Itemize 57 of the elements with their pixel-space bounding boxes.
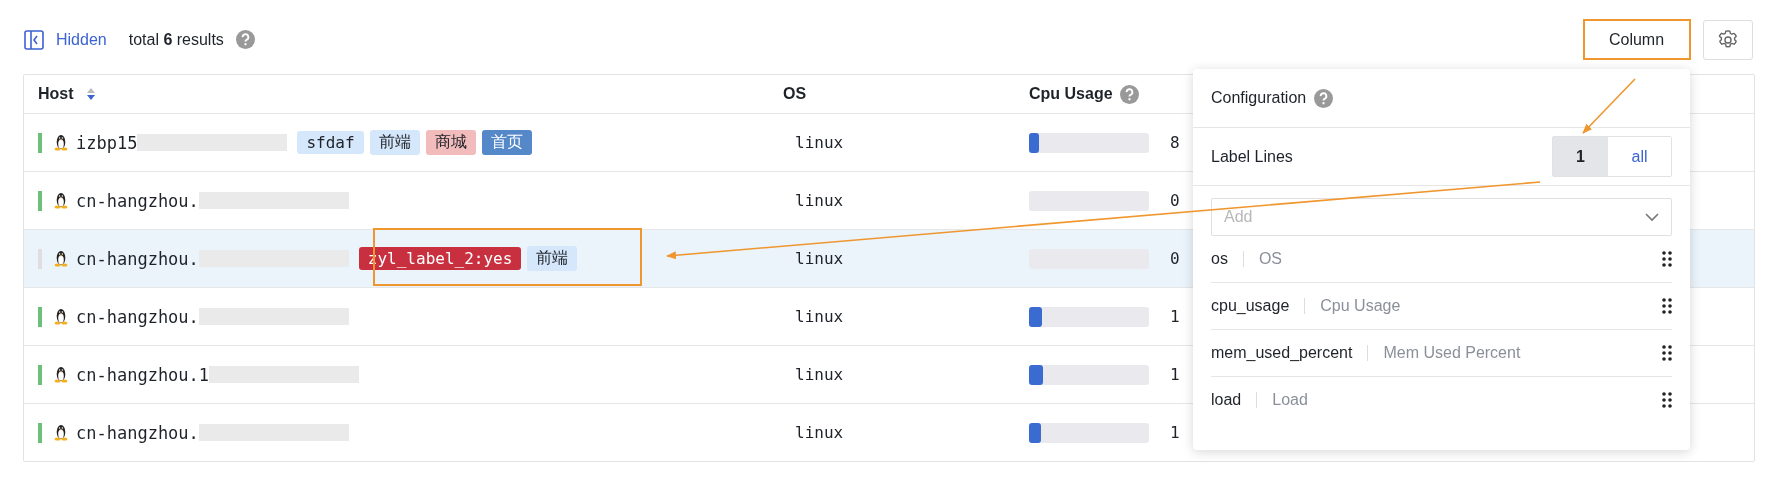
os-text: linux [794,133,844,152]
os-text: linux [794,423,844,442]
sort-icon[interactable] [85,87,96,101]
penguin-icon [54,134,68,151]
tag: 前端 [369,130,420,155]
cpu-usage-value: 1 [1170,307,1180,326]
help-icon[interactable] [1314,88,1334,108]
tag: sfdaf [297,131,364,154]
cpu-usage-value: 0 [1170,249,1180,268]
penguin-icon [54,424,68,441]
os-text: linux [794,307,844,326]
penguin-icon [54,250,68,267]
popover-title: Configuration [1211,89,1307,107]
label-lines-label: Label Lines [1211,147,1293,166]
os-text: linux [794,249,844,268]
cpu-usage-value: 1 [1170,365,1180,384]
host-name: cn-hangzhou. [76,248,199,269]
tag: 首页 [481,130,532,155]
cpu-usage-value: 8 [1170,133,1180,152]
column-label: OS [1258,250,1284,268]
penguin-icon [54,308,68,325]
host-name: cn-hangzhou. [76,190,199,211]
settings-button[interactable] [1703,19,1753,60]
chevron-down-icon [1645,212,1659,222]
cpu-usage-value: 0 [1170,191,1180,210]
cpu-usage-value: 1 [1170,423,1180,442]
column-key: mem_used_percent [1211,344,1353,362]
column-key: cpu_usage [1211,297,1290,315]
host-name: izbp15 [76,132,138,153]
collapse-panel-icon[interactable] [24,29,44,50]
results-summary: total 6 results [128,30,224,49]
column-label: Cpu Usage [1320,297,1402,315]
host-name: cn-hangzhou.1 [76,364,210,385]
hidden-link[interactable]: Hidden [56,30,107,49]
host-name: cn-hangzhou. [76,306,199,327]
drag-handle-icon[interactable] [1662,251,1672,267]
help-icon[interactable] [235,30,255,49]
add-column-select[interactable]: Add [1211,198,1672,236]
segment-option[interactable]: 1 [1553,137,1608,176]
tag: 前端 [527,246,578,271]
annotation-arrow [1582,78,1636,134]
penguin-icon [54,366,68,383]
tag: zyl_label_2:yes [358,247,522,270]
column-label: Mem Used Percent [1383,344,1522,362]
tag: 商城 [425,130,476,155]
column-header: Host [38,85,74,103]
drag-handle-icon[interactable] [1662,392,1672,408]
column-header: Cpu Usage [1029,85,1113,103]
column-header: OS [783,85,807,103]
os-text: linux [794,365,844,384]
column-key: os [1211,250,1228,268]
drag-handle-icon[interactable] [1662,345,1672,361]
host-name: cn-hangzhou. [76,422,199,443]
penguin-icon [54,192,68,209]
help-icon[interactable] [1119,84,1139,104]
drag-handle-icon[interactable] [1662,298,1672,314]
os-text: linux [794,191,844,210]
